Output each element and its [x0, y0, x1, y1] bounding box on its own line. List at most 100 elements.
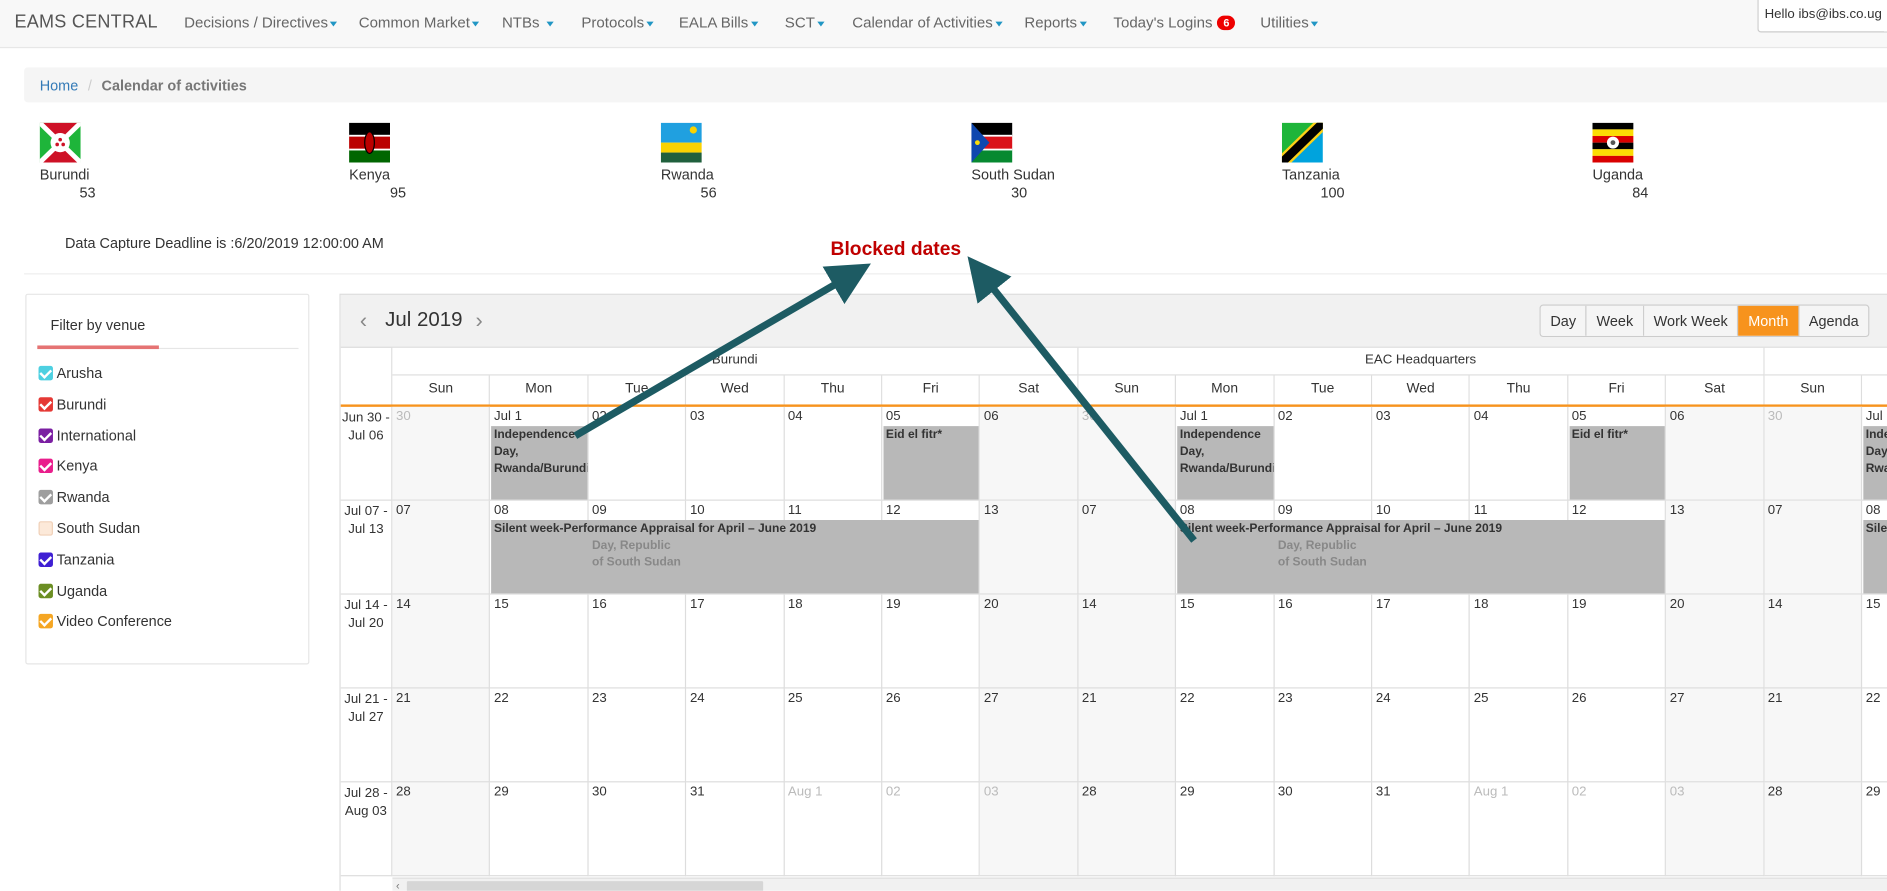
event-eid-el-fitr[interactable]: Eid el fitr* [1569, 426, 1665, 500]
calendar-day-cell[interactable]: 31 [1372, 782, 1471, 877]
calendar-day-cell[interactable]: 03 [1372, 406, 1471, 501]
calendar-day-cell[interactable]: 26 [1568, 688, 1667, 783]
event-silent-week[interactable]: Silent week-Performance Appraisal for Ap… [491, 519, 980, 594]
calendar-day-cell[interactable]: 14 [392, 594, 491, 689]
calendar-day-cell[interactable]: 15 [490, 594, 589, 689]
nav-decisions[interactable]: Decisions / Directives [184, 14, 338, 31]
nav-reports[interactable]: Reports [1024, 14, 1087, 31]
calendar-day-cell[interactable]: 28 [1764, 782, 1863, 877]
checkbox-icon[interactable] [38, 552, 53, 567]
user-greeting[interactable]: Hello ibs@ibs.co.ug [1757, 0, 1887, 33]
calendar-day-cell[interactable]: Aug 1 [1470, 782, 1569, 877]
calendar-day-cell[interactable]: 16 [588, 594, 687, 689]
checkbox-icon[interactable] [38, 365, 53, 381]
calendar-day-cell[interactable]: 13 [980, 500, 1079, 595]
calendar-day-cell[interactable]: 20 [980, 594, 1079, 689]
filter-item-kenya[interactable]: Kenya [38, 458, 98, 475]
event-silent-week[interactable]: Silen [1863, 519, 1887, 594]
calendar-day-cell[interactable]: 28 [392, 782, 491, 877]
filter-item-burundi[interactable]: Burundi [38, 396, 106, 413]
checkbox-icon[interactable] [38, 428, 53, 443]
checkbox-icon[interactable] [38, 459, 53, 474]
breadcrumb-home[interactable]: Home [40, 77, 79, 94]
filter-item-south-sudan[interactable]: South Sudan [38, 520, 140, 537]
calendar-day-cell[interactable]: 21 [392, 688, 491, 783]
checkbox-icon[interactable] [38, 396, 53, 412]
checkbox-icon[interactable] [38, 490, 53, 505]
nav-sct[interactable]: SCT [785, 14, 825, 31]
calendar-day-cell[interactable]: 20 [1666, 594, 1765, 689]
brand[interactable]: EAMS CENTRAL [14, 12, 157, 32]
calendar-day-cell[interactable]: 21 [1764, 688, 1863, 783]
view-month-button[interactable]: Month [1738, 305, 1800, 336]
calendar-day-cell[interactable]: 29 [490, 782, 589, 877]
calendar-day-cell[interactable]: 25 [784, 688, 883, 783]
country-south-sudan[interactable]: South Sudan [971, 122, 1055, 183]
calendar-day-cell[interactable]: 17 [1372, 594, 1471, 689]
calendar-day-cell[interactable]: 13 [1666, 500, 1765, 595]
nav-utilities[interactable]: Utilities [1260, 14, 1319, 31]
calendar-day-cell[interactable]: 27 [980, 688, 1079, 783]
calendar-day-cell[interactable]: 18 [1470, 594, 1569, 689]
calendar-day-cell[interactable]: 03 [980, 782, 1079, 877]
calendar-day-cell[interactable]: 19 [882, 594, 981, 689]
checkbox-icon[interactable] [38, 583, 53, 598]
calendar-day-cell[interactable]: 21 [1078, 688, 1177, 783]
next-month-icon[interactable]: › [475, 308, 482, 333]
calendar-day-cell[interactable]: 29 [1176, 782, 1275, 877]
country-rwanda[interactable]: Rwanda [660, 122, 714, 183]
calendar-day-cell[interactable]: 26 [882, 688, 981, 783]
calendar-day-cell[interactable]: 15 [1176, 594, 1275, 689]
calendar-day-cell[interactable]: 02 [882, 782, 981, 877]
calendar-day-cell[interactable]: 30 [1274, 782, 1373, 877]
calendar-day-cell[interactable]: 28 [1078, 782, 1177, 877]
calendar-day-cell[interactable]: 30 [1078, 406, 1177, 501]
calendar-title[interactable]: Jul 2019 [385, 308, 462, 332]
nav-common-market[interactable]: Common Market [359, 14, 480, 31]
calendar-day-cell[interactable]: 22 [490, 688, 589, 783]
nav-ntbs[interactable]: NTBs [502, 14, 554, 31]
nav-calendar[interactable]: Calendar of Activities [852, 14, 1003, 31]
calendar-day-cell[interactable]: 17 [686, 594, 785, 689]
calendar-day-cell[interactable]: 25 [1470, 688, 1569, 783]
calendar-day-cell[interactable]: 03 [1666, 782, 1765, 877]
view-week-button[interactable]: Week [1586, 305, 1645, 336]
event-independence-day[interactable]: Independence Day, Rwanda/Burundi [1177, 426, 1274, 500]
calendar-day-cell[interactable]: 04 [1470, 406, 1569, 501]
calendar-day-cell[interactable]: 16 [1274, 594, 1373, 689]
filter-item-video-conference[interactable]: Video Conference [38, 613, 172, 630]
calendar-day-cell[interactable]: 07 [392, 500, 491, 595]
event-silent-week[interactable]: Silent week-Performance Appraisal for Ap… [1177, 519, 1665, 594]
view-agenda-button[interactable]: Agenda [1799, 305, 1869, 336]
calendar-day-cell[interactable]: 23 [588, 688, 687, 783]
calendar-day-cell[interactable]: 06 [980, 406, 1079, 501]
event-independence-day[interactable]: Independence Day, Rwanda/Burundi [491, 426, 588, 500]
calendar-day-cell[interactable]: 31 [686, 782, 785, 877]
calendar-day-cell[interactable]: 30 [1764, 406, 1863, 501]
filter-item-international[interactable]: International [38, 427, 136, 444]
calendar-day-cell[interactable]: 02 [1568, 782, 1667, 877]
calendar-day-cell[interactable]: 30 [392, 406, 491, 501]
filter-item-tanzania[interactable]: Tanzania [38, 551, 115, 568]
calendar-day-cell[interactable]: 07 [1078, 500, 1177, 595]
nav-eala-bills[interactable]: EALA Bills [679, 14, 758, 31]
calendar-day-cell[interactable]: 14 [1764, 594, 1863, 689]
calendar-day-cell[interactable]: 14 [1078, 594, 1177, 689]
calendar-day-cell[interactable]: 22 [1862, 689, 1887, 783]
event-south-sudan-independence[interactable]: Day, Republic of South Sudan [1275, 537, 1371, 591]
view-day-button[interactable]: Day [1540, 305, 1587, 336]
calendar-day-cell[interactable]: 27 [1666, 688, 1765, 783]
calendar-day-cell[interactable]: 30 [588, 782, 687, 877]
filter-item-rwanda[interactable]: Rwanda [38, 489, 110, 506]
view-workweek-button[interactable]: Work Week [1644, 305, 1739, 336]
calendar-day-cell[interactable]: 24 [1372, 688, 1471, 783]
prev-month-icon[interactable]: ‹ [360, 308, 367, 333]
calendar-day-cell[interactable]: 06 [1666, 406, 1765, 501]
calendar-day-cell[interactable]: 24 [686, 688, 785, 783]
event-independence-day[interactable]: Inde Day, Rwa [1863, 426, 1887, 500]
calendar-day-cell[interactable]: 23 [1274, 688, 1373, 783]
calendar-day-cell[interactable]: 02 [588, 406, 687, 501]
calendar-day-cell[interactable]: 18 [784, 594, 883, 689]
calendar-day-cell[interactable]: 04 [784, 406, 883, 501]
country-burundi[interactable]: Burundi [39, 122, 90, 183]
